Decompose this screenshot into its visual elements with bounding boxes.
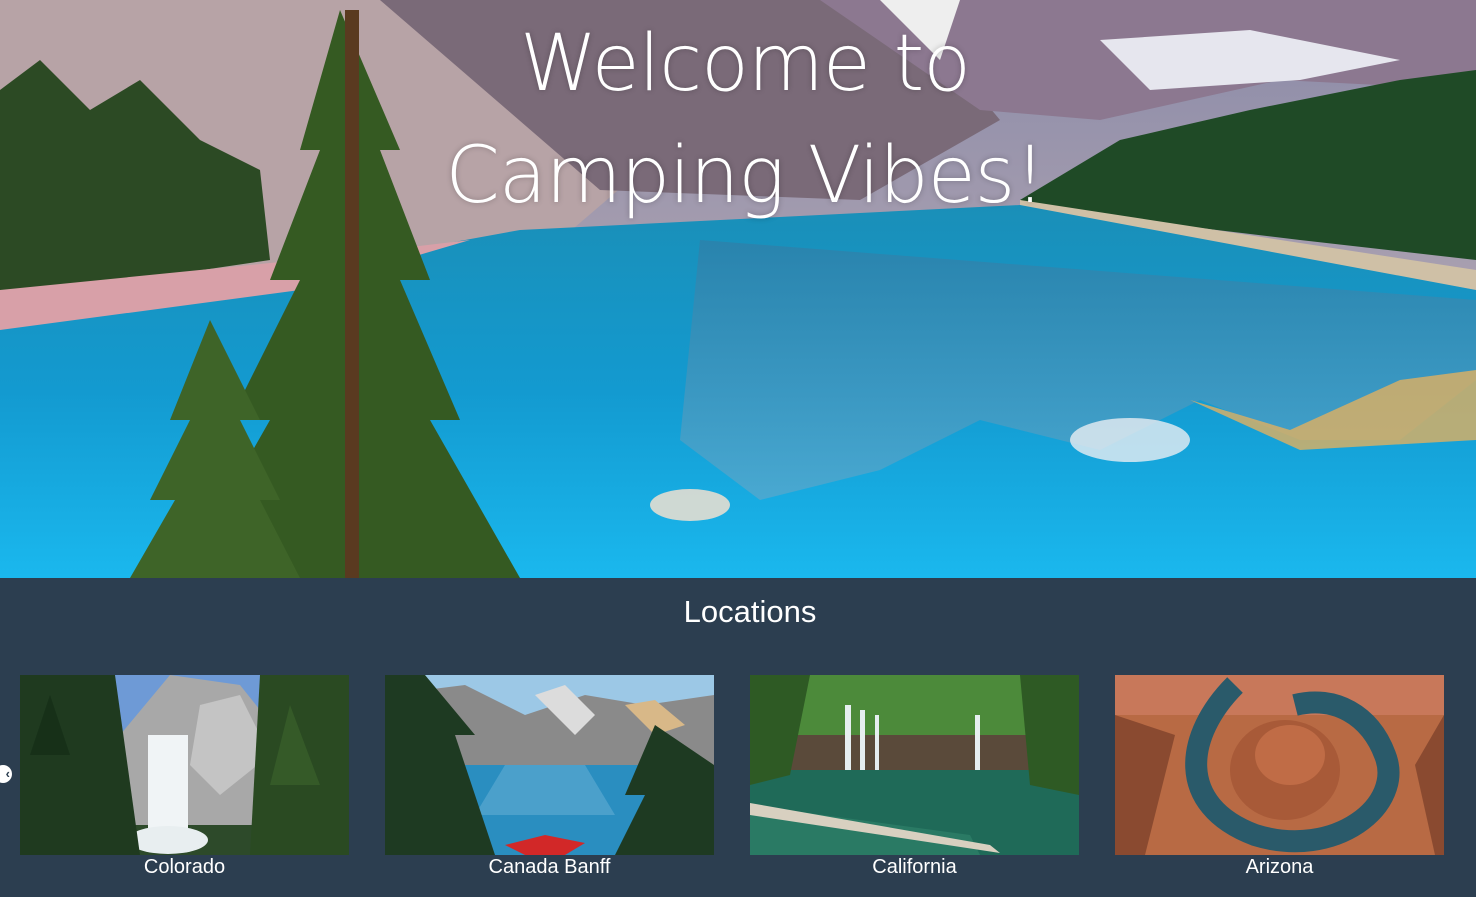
hero-title-line-1: Welcome to [520,19,971,109]
hero-title-line-2: Camping Vibes! [445,131,1045,221]
location-label-colorado[interactable]: Colorado [20,854,349,880]
locations-section: Locations ‹ Colorado Canada Banff Califo… [0,578,1476,897]
hero-banner: Welcome to Camping Vibes! [0,0,1476,578]
location-label-arizona[interactable]: Arizona [1115,854,1444,880]
location-label-california[interactable]: California [750,854,1079,880]
location-image-canada-banff[interactable] [385,675,714,855]
location-card-california[interactable]: California [750,675,1079,880]
hero-title: Welcome to Camping Vibes! [0,8,1476,232]
location-card-arizona[interactable]: Arizona [1115,675,1444,880]
location-image-california[interactable] [750,675,1079,855]
location-image-arizona[interactable] [1115,675,1444,855]
locations-heading: Locations [683,594,817,629]
location-card-colorado[interactable]: Colorado [20,675,349,880]
location-card-canada-banff[interactable]: Canada Banff [385,675,714,880]
chevron-left-icon[interactable]: ‹ [0,765,12,783]
location-label-canada-banff[interactable]: Canada Banff [385,854,714,880]
location-image-colorado[interactable] [20,675,349,855]
